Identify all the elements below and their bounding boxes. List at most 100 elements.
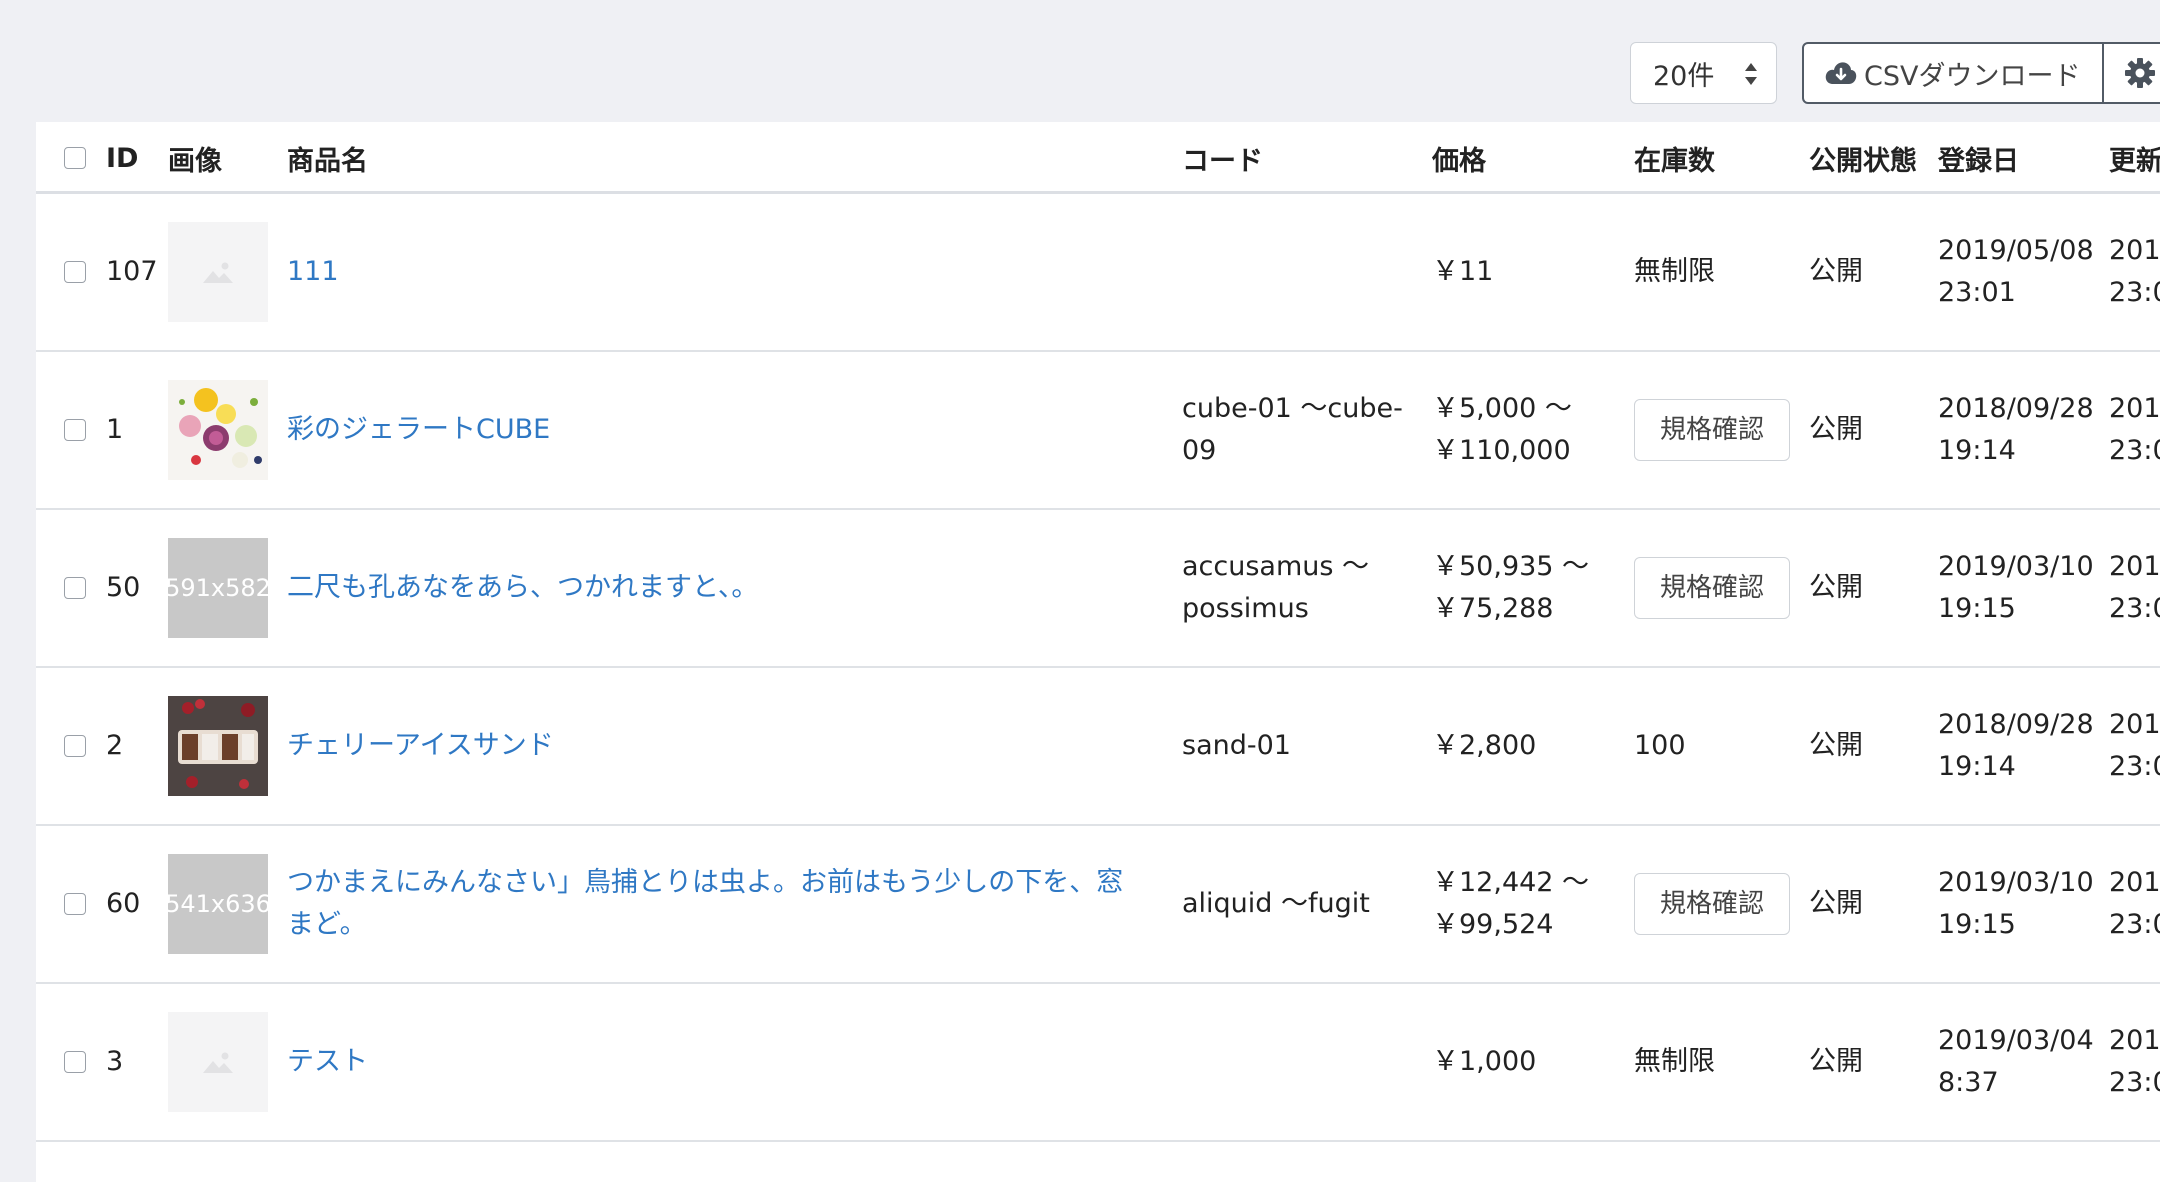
- product-id: 107: [106, 256, 158, 287]
- header-price[interactable]: 価格: [1432, 122, 1486, 194]
- product-stock: 無制限: [1634, 984, 1715, 1140]
- updated-date-time: 23:0: [2109, 909, 2160, 940]
- header-updated[interactable]: 更新: [2109, 122, 2160, 194]
- stock-value: 100: [1634, 730, 1686, 761]
- product-id: 1: [106, 414, 124, 445]
- product-name-cell: チェリーアイスサンド: [287, 668, 1197, 824]
- updated-date: 2019 23:0: [2109, 352, 2160, 508]
- registered-date-day: 2019/03/10: [1938, 867, 2094, 898]
- header-code[interactable]: コード: [1182, 122, 1263, 194]
- thumbnail-size-label: 541x636: [168, 890, 268, 918]
- product-code-line1: accusamus ～: [1182, 551, 1370, 582]
- table-row: 1 彩のジェラートCUBE cube-01 ～cube- 09 ￥5,000 ～…: [36, 352, 2160, 510]
- product-thumbnail: 541x636: [168, 854, 268, 954]
- updated-date-day: 2019: [2109, 393, 2160, 424]
- cloud-download-icon: [1825, 62, 1857, 84]
- price-max: ￥75,288: [1432, 593, 1554, 624]
- spec-check-button[interactable]: 規格確認: [1634, 399, 1790, 461]
- product-name-line1: 111: [287, 256, 339, 287]
- registered-date: 2019/03/04 8:37: [1938, 984, 2098, 1140]
- product-id: 60: [106, 888, 141, 919]
- page-size-value: 20件: [1653, 60, 1715, 92]
- updated-date-day: 2019: [2109, 1025, 2160, 1056]
- product-name-line1: チェリーアイスサンド: [287, 730, 554, 761]
- updated-date-day: 2019: [2109, 235, 2160, 266]
- product-thumbnail: 591x582: [168, 538, 268, 638]
- product-name-line2: まど。: [287, 909, 367, 940]
- settings-button[interactable]: [2104, 42, 2160, 104]
- registered-date: 2019/05/08 23:01: [1938, 194, 2098, 350]
- gelato-photo: [168, 380, 268, 480]
- product-price: ￥12,442 ～ ￥99,524: [1432, 826, 1632, 982]
- row-checkbox[interactable]: [64, 893, 86, 915]
- product-stock: 規格確認: [1634, 510, 1790, 666]
- header-id[interactable]: ID: [106, 122, 138, 194]
- status-value: 公開: [1809, 572, 1863, 603]
- registered-date-day: 2019/03/10: [1938, 551, 2094, 582]
- updated-date: 2019 23:0: [2109, 194, 2160, 350]
- product-name-link[interactable]: 彩のジェラートCUBE: [287, 409, 550, 451]
- registered-date-day: 2019/03/04: [1938, 1025, 2094, 1056]
- page-size-select[interactable]: 20件: [1630, 42, 1777, 104]
- registered-date-time: 19:14: [1938, 435, 2016, 466]
- updated-date-time: 23:0: [2109, 277, 2160, 308]
- price-min: ￥12,442 ～: [1432, 867, 1590, 898]
- header-status[interactable]: 公開状態: [1809, 122, 1917, 194]
- row-checkbox[interactable]: [64, 1051, 86, 1073]
- status-value: 公開: [1809, 256, 1863, 287]
- product-code-line1: cube-01 ～cube-: [1182, 393, 1403, 424]
- product-code-line2: 09: [1182, 435, 1217, 466]
- product-code: cube-01 ～cube- 09: [1182, 352, 1422, 508]
- select-all-checkbox[interactable]: [64, 147, 86, 169]
- product-stock: 100: [1634, 668, 1686, 824]
- product-name-cell: 二尺も孔あなをあら、つかれますと、。: [287, 510, 1197, 666]
- table-row: 60 541x636 つかまえにみんなさい」鳥捕とりは虫よ。お前はもう少しの下を…: [36, 826, 2160, 984]
- updated-date-time: 23:0: [2109, 1067, 2160, 1098]
- header-registered[interactable]: 登録日: [1938, 122, 2019, 194]
- stock-value: 無制限: [1634, 1046, 1715, 1077]
- product-name-line1: テスト: [287, 1046, 368, 1077]
- updated-date-day: 2019: [2109, 709, 2160, 740]
- status-value: 公開: [1809, 888, 1863, 919]
- product-table: ID 画像 商品名 コード 価格 在庫数 公開状態 登録日 更新 107 111…: [36, 122, 2160, 1182]
- spec-check-button[interactable]: 規格確認: [1634, 557, 1790, 619]
- product-stock: 規格確認: [1634, 826, 1790, 982]
- price-min: ￥50,935 ～: [1432, 551, 1590, 582]
- row-checkbox[interactable]: [64, 261, 86, 283]
- registered-date: 2019/03/10 19:15: [1938, 510, 2098, 666]
- updated-date-time: 23:0: [2109, 593, 2160, 624]
- product-name-link[interactable]: 二尺も孔あなをあら、つかれますと、。: [287, 567, 758, 609]
- product-name-line1: 二尺も孔あなをあら、つかれますと、。: [287, 572, 759, 603]
- product-name-cell: 彩のジェラートCUBE: [287, 352, 1197, 508]
- registered-date-time: 19:15: [1938, 593, 2016, 624]
- cherry-sandwich-photo: [168, 696, 268, 796]
- header-stock[interactable]: 在庫数: [1634, 122, 1715, 194]
- csv-download-button[interactable]: CSVダウンロード: [1802, 42, 2105, 104]
- product-id: 3: [106, 1046, 124, 1077]
- csv-download-label: CSVダウンロード: [1864, 60, 2081, 92]
- product-name-line1: 彩のジェラートCUBE: [287, 414, 551, 445]
- row-checkbox[interactable]: [64, 419, 86, 441]
- product-name-line1: つかまえにみんなさい」鳥捕とりは虫よ。お前はもう少しの下を、窓: [287, 867, 1124, 898]
- row-checkbox[interactable]: [64, 577, 86, 599]
- table-row: 50 591x582 二尺も孔あなをあら、つかれますと、。 accusamus …: [36, 510, 2160, 668]
- product-name-link[interactable]: つかまえにみんなさい」鳥捕とりは虫よ。お前はもう少しの下を、窓 まど。: [287, 862, 1123, 946]
- table-row: 3 テスト ￥1,000 無制限 公開 2019/03/048:37 20192…: [36, 984, 2160, 1142]
- product-code: [1182, 194, 1422, 350]
- product-code-line1: aliquid ～fugit: [1182, 888, 1370, 919]
- table-row: 107 111 ￥11 無制限 公開 2019/05/0823:01 20192…: [36, 194, 2160, 352]
- row-checkbox[interactable]: [64, 735, 86, 757]
- updated-date-day: 2019: [2109, 551, 2160, 582]
- image-placeholder-icon: [203, 262, 233, 283]
- header-name[interactable]: 商品名: [287, 122, 368, 194]
- product-stock: 無制限: [1634, 194, 1715, 350]
- registered-date-day: 2018/09/28: [1938, 709, 2094, 740]
- csv-button-group: CSVダウンロード: [1802, 42, 2160, 104]
- updated-date: 2019 23:0: [2109, 510, 2160, 666]
- product-name-link[interactable]: チェリーアイスサンド: [287, 725, 554, 767]
- spec-check-button[interactable]: 規格確認: [1634, 873, 1790, 935]
- product-name-link[interactable]: テスト: [287, 1041, 368, 1083]
- updated-date: 2019 23:0: [2109, 826, 2160, 982]
- product-thumbnail: [168, 222, 268, 322]
- product-name-link[interactable]: 111: [287, 251, 339, 293]
